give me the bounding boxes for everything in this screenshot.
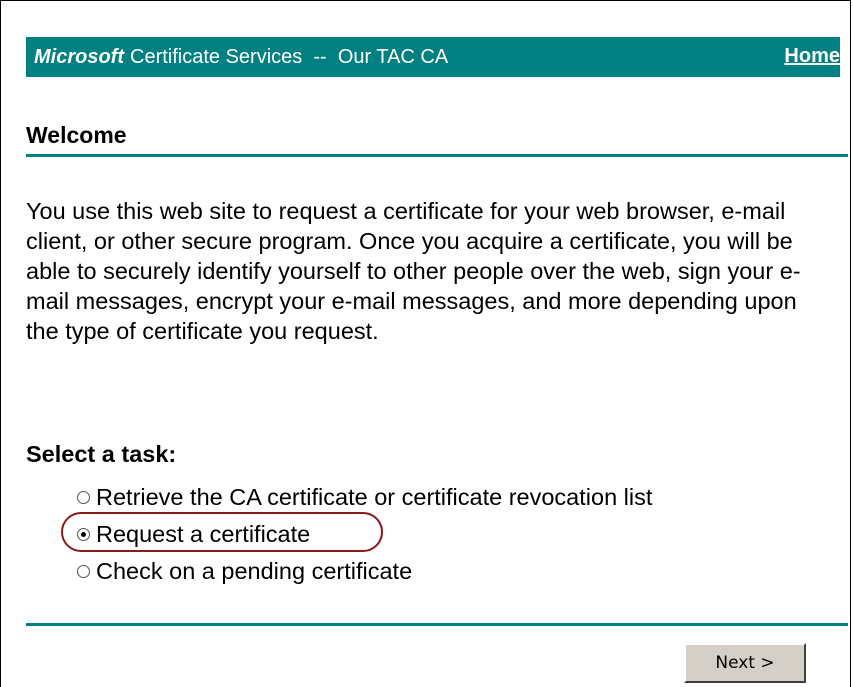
next-button[interactable]: Next > xyxy=(684,643,806,683)
heading-divider xyxy=(26,154,848,157)
banner-title: Certificate Services -- Our TAC CA xyxy=(130,45,449,68)
welcome-heading: Welcome xyxy=(26,122,127,148)
task-option-label: Retrieve the CA certificate or certifica… xyxy=(96,484,653,510)
header-banner: Microsoft Certificate Services -- Our TA… xyxy=(26,37,840,77)
intro-text: You use this web site to request a certi… xyxy=(26,198,801,344)
footer-divider xyxy=(26,623,848,626)
task-options: Retrieve the CA certificate or certifica… xyxy=(77,479,652,590)
task-heading: Select a task: xyxy=(26,441,177,467)
task-option-retrieve-ca[interactable]: Retrieve the CA certificate or certifica… xyxy=(77,479,652,516)
radio-retrieve-ca[interactable] xyxy=(77,491,90,504)
task-option-label: Request a certificate xyxy=(96,521,311,547)
brand-name: Microsoft xyxy=(34,45,124,68)
radio-check-pending[interactable] xyxy=(77,565,90,578)
radio-request-certificate[interactable] xyxy=(77,528,90,541)
task-option-label: Check on a pending certificate xyxy=(96,558,413,584)
task-option-check-pending[interactable]: Check on a pending certificate xyxy=(77,553,652,590)
page-frame: Microsoft Certificate Services -- Our TA… xyxy=(0,0,851,687)
home-link[interactable]: Home xyxy=(784,45,840,68)
task-option-request-certificate[interactable]: Request a certificate xyxy=(77,516,652,553)
